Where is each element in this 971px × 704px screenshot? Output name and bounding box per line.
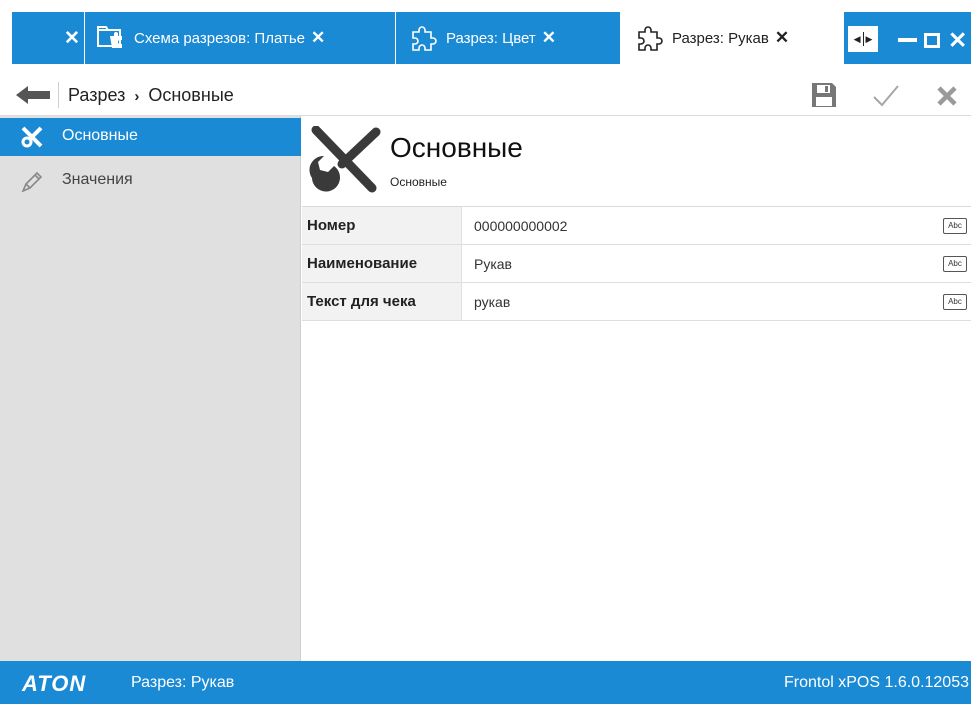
back-arrow-icon[interactable] [16,86,50,104]
close-icon[interactable]: ✕ [311,28,325,48]
property-name: Номер [302,207,462,244]
chevron-right-icon: › [134,88,140,105]
status-bar: ATON Разрез: Рукав Frontol xPOS 1.6.0.12… [0,661,971,704]
pen-icon [21,171,43,192]
tab-label: Разрез: Цвет [446,29,536,47]
main-panel: Основные Основные Номер 000000000002 Abc… [302,116,971,661]
sidebar-item-label: Значения [62,171,133,188]
property-row[interactable]: Наименование Рукав Abc [302,245,971,283]
save-icon[interactable] [811,82,837,108]
tab-label: Схема разрезов: Платье [134,29,306,47]
tab-cut-color[interactable]: Разрез: Цвет ✕ [408,12,622,64]
window-close-button[interactable]: ✕ [948,26,967,54]
version-label: Frontol xPOS 1.6.0.12053 [784,674,969,691]
puzzle-icon [638,26,663,51]
scroll-left-icon[interactable]: ◀ [854,34,861,45]
property-value[interactable]: рукав [474,294,510,310]
tab-schema-dress[interactable]: Схема разрезов: Платье ✕ [96,12,394,64]
aton-logo: ATON [22,671,87,696]
sidebar-item-label: Основные [62,127,138,144]
maximize-button[interactable] [924,33,940,48]
property-name: Текст для чека [302,283,462,320]
close-icon[interactable]: ✕ [542,28,556,48]
minimize-button[interactable] [898,38,917,42]
folder-puzzle-icon [97,26,122,48]
breadcrumb-toolbar: Разрез › Основные [0,74,971,116]
section-subtitle: Основные [390,175,447,189]
section-title: Основные [390,132,523,163]
tab-bar: ✕ Схема разрезов: Платье ✕ Разрез: Цвет … [12,12,971,64]
property-row[interactable]: Текст для чека рукав Abc [302,283,971,321]
tools-icon [21,126,43,148]
divider [862,32,864,46]
status-text: Разрез: Рукав [131,674,235,691]
breadcrumb: Разрез › Основные [68,85,234,106]
cancel-icon[interactable] [936,85,958,107]
tools-icon [309,126,381,193]
property-name: Наименование [302,245,462,282]
tab-divider [84,12,85,64]
text-type-icon: Abc [943,294,967,310]
sidebar: Основные Значения [0,116,301,661]
puzzle-icon [412,26,437,51]
breadcrumb-root[interactable]: Разрез [68,85,125,105]
property-value[interactable]: 000000000002 [474,218,567,234]
tab-label: Разрез: Рукав [672,29,769,47]
checkmark-icon[interactable] [872,84,900,108]
sidebar-item-values[interactable]: Значения [0,162,301,200]
breadcrumb-current: Основные [148,85,234,105]
tab-divider [395,12,396,64]
property-row[interactable]: Номер 000000000002 Abc [302,207,971,245]
property-table: Номер 000000000002 Abc Наименование Рука… [302,206,971,321]
tab-cut-sleeve[interactable]: Разрез: Рукав ✕ [620,12,844,64]
text-type-icon: Abc [943,218,967,234]
tab-scroll-arrows[interactable]: ◀ ▶ [848,26,878,52]
text-type-icon: Abc [943,256,967,272]
divider [58,82,59,108]
sidebar-item-main[interactable]: Основные [0,118,301,156]
close-icon[interactable]: ✕ [64,27,80,50]
tab-close-left[interactable]: ✕ [42,12,102,64]
scroll-right-icon[interactable]: ▶ [866,34,873,45]
property-value[interactable]: Рукав [474,256,512,272]
close-icon[interactable]: ✕ [775,28,789,48]
